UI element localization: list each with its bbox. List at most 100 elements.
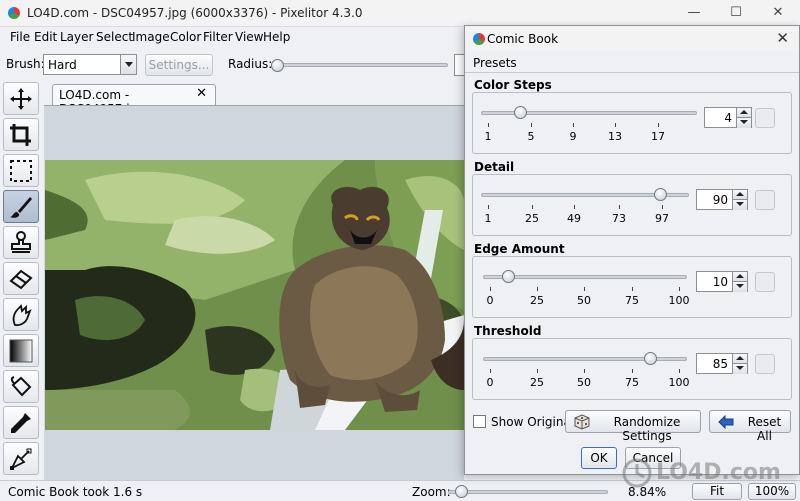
smudge-tool-button[interactable] [3,298,39,331]
eraser-tool-button[interactable] [3,262,39,295]
tick-mark [574,205,575,209]
color-picker-tool-button[interactable] [3,406,39,439]
spinner-down-icon[interactable] [732,364,747,374]
color-steps-reset-button[interactable] [755,108,775,128]
spinner-down-icon[interactable] [732,200,747,210]
menu-filter[interactable]: Filter [203,30,233,44]
tick-mark [584,369,585,373]
tick-mark [679,287,680,291]
tick-mark [584,287,585,291]
randomize-settings-button[interactable]: Randomize Settings [565,410,701,443]
detail-slider-knob[interactable] [654,188,667,201]
threshold-spinner[interactable]: 85 [696,353,748,374]
smudge-icon [12,304,32,327]
color-steps-spinner[interactable]: 4 [704,107,752,128]
threshold-reset-button[interactable] [755,354,775,374]
gradient-icon [9,339,33,363]
menu-image[interactable]: Image [132,30,170,44]
selection-tool-button[interactable] [3,154,39,187]
threshold-slider-knob[interactable] [644,352,657,365]
tick-label: 97 [655,212,669,225]
tick-label: 100 [668,294,690,307]
spinner-down-icon[interactable] [732,282,747,292]
menu-select[interactable]: Select [96,30,133,44]
tick-mark [662,205,663,209]
tick-mark [532,205,533,209]
zoom-label: Zoom: [412,485,451,499]
detail-value: 90 [712,193,728,207]
brush-settings-button[interactable]: Settings... [145,54,213,76]
edge-amount-slider-knob[interactable] [502,270,515,283]
reset-all-button[interactable]: Reset All [709,410,791,443]
edge-amount-spinner[interactable]: 10 [696,271,748,292]
show-original-checkbox[interactable] [473,415,486,428]
comic-book-filtered-photo [45,160,464,430]
divider [465,72,799,73]
menu-layer[interactable]: Layer [60,30,93,44]
crop-tool-button[interactable] [3,118,39,151]
edge-amount-reset-button[interactable] [755,272,775,292]
maximize-button[interactable]: ☐ [726,4,746,22]
window-title: LO4D.com - DSC04957.jpg (6000x3376) - Pi… [27,6,363,20]
tick-label: 75 [625,294,639,307]
pen-tool-button[interactable] [3,442,39,475]
zoom-slider-knob[interactable] [455,485,468,498]
brush-tool-button[interactable] [3,190,39,223]
tick-mark [632,287,633,291]
gradient-tool-button[interactable] [3,334,39,367]
dialog-title-bar: Comic Book ✕ [465,26,799,51]
radius-value-field[interactable] [454,54,464,76]
color-steps-slider-knob[interactable] [514,106,527,119]
spinner-up-icon[interactable] [732,272,747,282]
document-tab[interactable]: LO4D.com - DSC04957.jpg ✕ [52,84,216,116]
menu-color[interactable]: Color [170,30,201,44]
detail-title: Detail [474,160,515,174]
lo4d-logo-icon [622,458,652,488]
menu-file[interactable]: File [10,30,30,44]
app-logo-icon [473,33,485,45]
radius-slider-track[interactable] [272,63,448,67]
spinner-up-icon[interactable] [732,190,747,200]
spinner-up-icon[interactable] [736,108,751,118]
detail-reset-button[interactable] [755,190,775,210]
close-window-button[interactable]: ✕ [768,4,788,22]
radius-slider-knob[interactable] [271,59,284,72]
threshold-value: 85 [712,357,728,371]
tick-mark [488,205,489,209]
paint-bucket-tool-button[interactable] [3,370,39,403]
reset-all-label: Reset All [747,415,782,443]
spinner-up-icon[interactable] [732,354,747,364]
tick-label: 100 [668,376,690,389]
toolbox [0,80,42,480]
color-steps-value: 4 [724,111,732,125]
brush-type-select[interactable]: Hard [43,54,137,75]
minimize-button[interactable]: — [684,4,704,22]
tick-label: 50 [577,376,591,389]
eraser-icon [9,269,33,290]
menu-view[interactable]: View [235,30,263,44]
move-tool-button[interactable] [3,82,39,115]
eyedropper-icon [11,413,31,433]
zoom-slider-track[interactable] [448,490,608,494]
tick-mark [615,123,616,127]
close-tab-icon[interactable]: ✕ [196,86,207,101]
tick-mark [537,369,538,373]
tick-label: 75 [625,376,639,389]
title-bar: LO4D.com - DSC04957.jpg (6000x3376) - Pi… [0,0,800,27]
show-original-label: Show Original [491,415,575,429]
menu-edit[interactable]: Edit [34,30,57,44]
tick-label: 9 [569,130,577,143]
ok-button[interactable]: OK [581,447,617,469]
clone-stamp-tool-button[interactable] [3,226,39,259]
spinner-down-icon[interactable] [736,118,751,128]
threshold-title: Threshold [474,324,542,338]
presets-menu[interactable]: Presets [473,56,517,70]
tick-mark [488,123,489,127]
status-message: Comic Book took 1.6 s [8,485,143,499]
dialog-close-button[interactable]: ✕ [776,29,789,47]
detail-spinner[interactable]: 90 [696,189,748,210]
marquee-select-icon [10,160,32,182]
tick-label: 49 [567,212,581,225]
menu-help[interactable]: Help [263,30,290,44]
tick-mark [658,123,659,127]
